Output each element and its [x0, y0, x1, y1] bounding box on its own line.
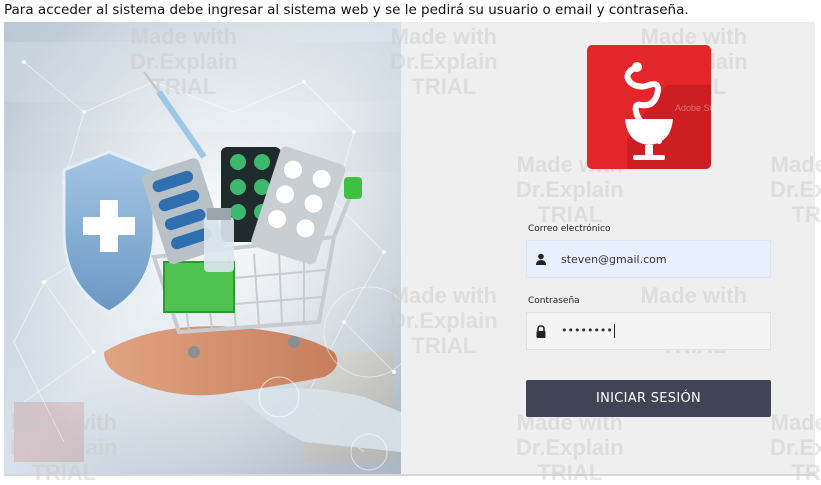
email-value: steven@gmail.com [561, 252, 667, 266]
instruction-caption: Para acceder al sistema debe ingresar al… [4, 2, 689, 18]
pharmacy-caduceus-icon: Adobe Stock [587, 45, 711, 169]
email-field[interactable]: steven@gmail.com [526, 240, 771, 278]
email-label: Correo electrónico [528, 224, 611, 234]
svg-text:Adobe Stock: Adobe Stock [675, 103, 711, 113]
user-icon [527, 253, 555, 265]
login-button[interactable]: INICIAR SESIÓN [526, 380, 771, 417]
password-label: Contraseña [528, 296, 580, 306]
password-field[interactable]: •••••••• [526, 312, 771, 350]
text-caret [613, 324, 615, 338]
pharmacy-logo: Adobe Stock [587, 45, 711, 169]
password-mask: •••••••• [561, 324, 615, 338]
lock-icon [527, 324, 555, 338]
hero-pharmacy-image [4, 22, 401, 474]
